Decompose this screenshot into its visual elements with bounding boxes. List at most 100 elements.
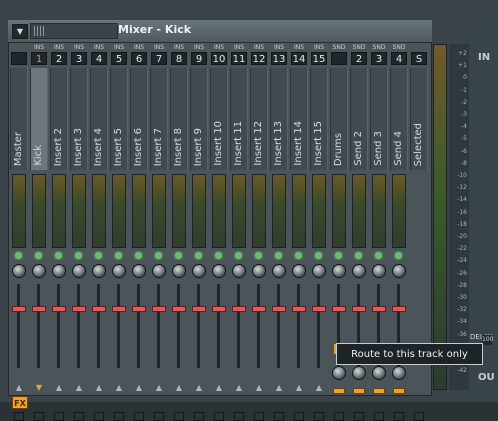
volume-fader[interactable]: [272, 306, 286, 312]
save-icon[interactable]: [194, 412, 204, 421]
route-arrow-icon[interactable]: ▲: [74, 384, 84, 392]
mixer-titlebar[interactable]: ▼ Mixer - Kick: [8, 20, 432, 43]
strip-number[interactable]: 8: [171, 52, 187, 65]
pan-knob[interactable]: [272, 264, 286, 278]
volume-fader[interactable]: [372, 306, 386, 312]
route-arrow-icon[interactable]: ▲: [194, 384, 204, 392]
send-knob[interactable]: [332, 366, 346, 380]
route-arrow-icon[interactable]: ▲: [154, 384, 164, 392]
enable-led-icon[interactable]: [295, 252, 302, 259]
route-arrow-icon[interactable]: ▲: [234, 384, 244, 392]
strip-number[interactable]: 4: [91, 52, 107, 65]
pan-knob[interactable]: [32, 264, 46, 278]
route-arrow-icon[interactable]: ▲: [274, 384, 284, 392]
pan-knob[interactable]: [312, 264, 326, 278]
volume-fader[interactable]: [32, 306, 46, 312]
volume-fader[interactable]: [232, 306, 246, 312]
mixer-strip[interactable]: INS 9 Insert 9 ▲: [190, 44, 208, 421]
enable-led-icon[interactable]: [95, 252, 102, 259]
save-icon[interactable]: [134, 412, 144, 421]
strip-number[interactable]: 10: [211, 52, 227, 65]
save-icon[interactable]: [234, 412, 244, 421]
mixer-strip[interactable]: INS 3 Insert 3 ▲: [70, 44, 88, 421]
strip-number[interactable]: 4: [391, 52, 407, 65]
volume-fader[interactable]: [12, 306, 26, 312]
route-arrow-icon[interactable]: ▲: [114, 384, 124, 392]
mixer-strip[interactable]: INS 7 Insert 7 ▲: [150, 44, 168, 421]
save-icon[interactable]: [154, 412, 164, 421]
pan-knob[interactable]: [72, 264, 86, 278]
send-knob[interactable]: [392, 366, 406, 380]
mixer-strip[interactable]: INS 11 Insert 11 ▲: [230, 44, 248, 421]
strip-name-box[interactable]: Insert 13: [270, 68, 288, 170]
volume-fader[interactable]: [132, 306, 146, 312]
strip-name-box[interactable]: Send 2: [350, 68, 368, 170]
save-icon[interactable]: [274, 412, 284, 421]
route-indicator[interactable]: [333, 388, 345, 394]
strip-number[interactable]: [331, 52, 347, 65]
route-arrow-icon[interactable]: ▲: [174, 384, 184, 392]
mixer-strip[interactable]: INS 8 Insert 8 ▲: [170, 44, 188, 421]
strip-number[interactable]: 3: [71, 52, 87, 65]
pan-knob[interactable]: [52, 264, 66, 278]
route-indicator[interactable]: [373, 388, 385, 394]
strip-number[interactable]: [11, 52, 27, 65]
strip-name-box[interactable]: Kick: [30, 68, 48, 170]
route-arrow-icon[interactable]: ▲: [54, 384, 64, 392]
enable-led-icon[interactable]: [315, 252, 322, 259]
enable-led-icon[interactable]: [335, 252, 342, 259]
volume-fader[interactable]: [152, 306, 166, 312]
save-icon[interactable]: [54, 412, 64, 421]
strip-number[interactable]: 3: [371, 52, 387, 65]
save-icon[interactable]: [114, 412, 124, 421]
enable-led-icon[interactable]: [235, 252, 242, 259]
pan-knob[interactable]: [372, 264, 386, 278]
enable-led-icon[interactable]: [135, 252, 142, 259]
strip-name-box[interactable]: Master: [10, 68, 28, 170]
route-arrow-icon[interactable]: ▲: [254, 384, 264, 392]
enable-led-icon[interactable]: [275, 252, 282, 259]
strip-number[interactable]: 5: [111, 52, 127, 65]
mixer-strip[interactable]: INS 2 Insert 2 ▲: [50, 44, 68, 421]
volume-fader[interactable]: [332, 306, 346, 312]
strip-name-box[interactable]: Selected: [410, 68, 428, 170]
mixer-strip[interactable]: SND 4 Send 4: [390, 44, 408, 421]
enable-led-icon[interactable]: [35, 252, 42, 259]
volume-fader[interactable]: [52, 306, 66, 312]
strip-number[interactable]: 2: [351, 52, 367, 65]
save-icon[interactable]: [314, 412, 324, 421]
mixer-strip[interactable]: SND 3 Send 3: [370, 44, 388, 421]
enable-led-icon[interactable]: [355, 252, 362, 259]
strip-number[interactable]: 12: [251, 52, 267, 65]
mixer-strip[interactable]: INS 5 Insert 5 ▲: [110, 44, 128, 421]
strip-name-box[interactable]: Insert 15: [310, 68, 328, 170]
volume-fader[interactable]: [312, 306, 326, 312]
volume-fader[interactable]: [352, 306, 366, 312]
strip-name-box[interactable]: Drums: [330, 68, 348, 170]
route-arrow-icon[interactable]: ▲: [94, 384, 104, 392]
pan-knob[interactable]: [92, 264, 106, 278]
strip-name-box[interactable]: Insert 6: [130, 68, 148, 170]
pan-knob[interactable]: [232, 264, 246, 278]
route-arrow-icon[interactable]: ▲: [14, 384, 24, 392]
save-icon[interactable]: [394, 412, 404, 421]
mixer-strip[interactable]: INS 10 Insert 10 ▲: [210, 44, 228, 421]
strip-number[interactable]: 14: [291, 52, 307, 65]
pan-knob[interactable]: [172, 264, 186, 278]
route-arrow-icon[interactable]: ▲: [294, 384, 304, 392]
strip-number[interactable]: 15: [311, 52, 327, 65]
mixer-strip[interactable]: INS 1 Kick ▼: [30, 44, 48, 421]
mixer-strip[interactable]: INS 15 Insert 15 ▲: [310, 44, 328, 421]
mixer-strip[interactable]: SND 2 Send 2: [350, 44, 368, 421]
strip-name-box[interactable]: Insert 10: [210, 68, 228, 170]
strip-name-box[interactable]: Insert 12: [250, 68, 268, 170]
mixer-strip[interactable]: INS 14 Insert 14 ▲: [290, 44, 308, 421]
strip-name-box[interactable]: Insert 7: [150, 68, 168, 170]
strip-number[interactable]: 13: [271, 52, 287, 65]
mixer-strip[interactable]: S Selected: [410, 44, 428, 421]
send-knob[interactable]: [372, 366, 386, 380]
route-arrow-icon[interactable]: ▲: [314, 384, 324, 392]
pan-knob[interactable]: [292, 264, 306, 278]
strip-number[interactable]: S: [411, 52, 427, 65]
pan-knob[interactable]: [192, 264, 206, 278]
